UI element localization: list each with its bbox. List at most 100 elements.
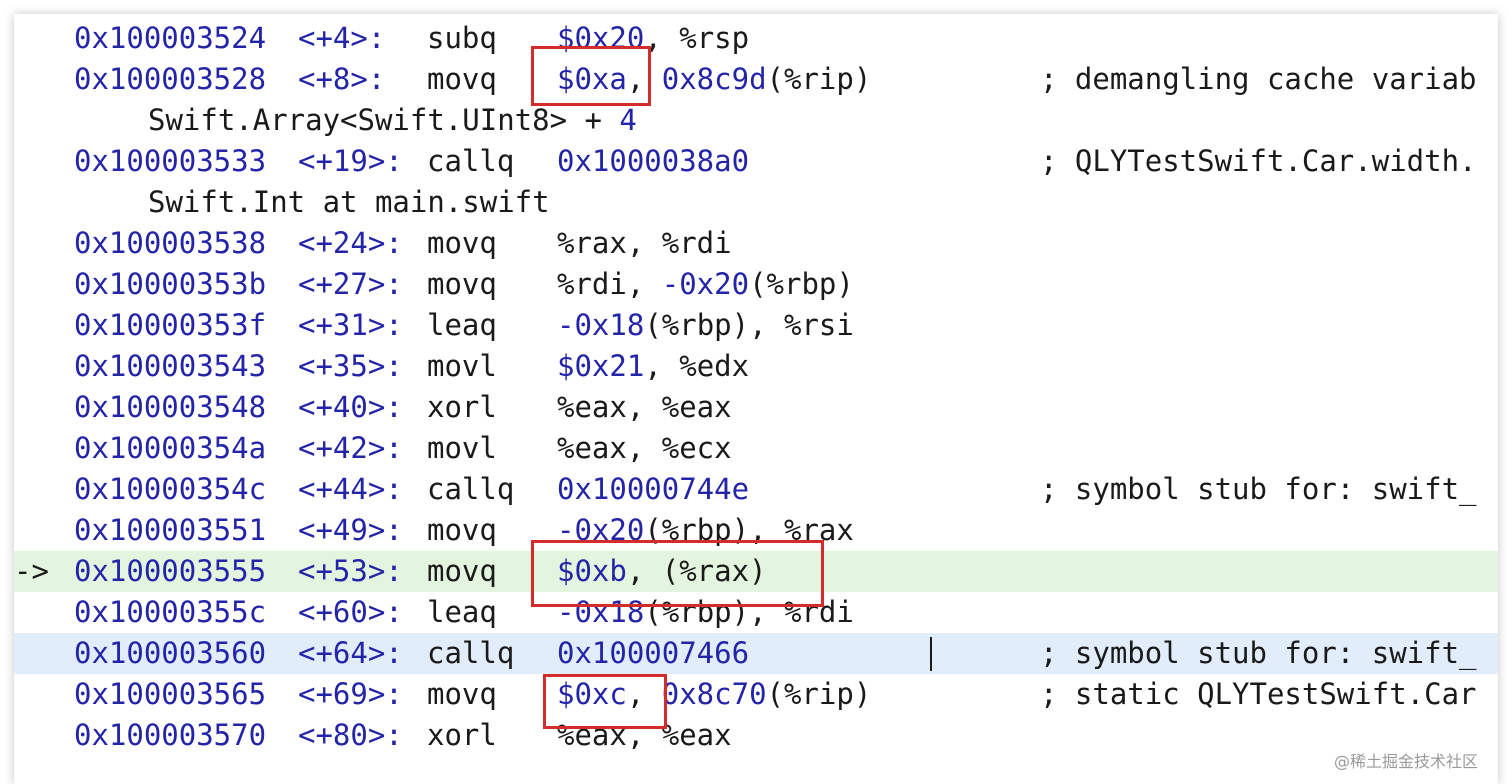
operand-register: , %edx: [644, 349, 750, 383]
selected-instruction-row[interactable]: 0x100003560 <+64>: callq 0x100007466 ; symbo…: [14, 633, 1498, 674]
operand-register: , (%rax): [626, 554, 767, 588]
continuation-text: Swift.Int at main.swift: [148, 185, 550, 219]
instruction-address: 0x100003533: [74, 144, 267, 178]
instruction-operands: %eax, %eax: [557, 715, 732, 756]
instruction-mnemonic: movq: [427, 513, 497, 547]
operand-register: ,: [626, 62, 662, 96]
instruction-address: 0x100003555: [74, 554, 267, 588]
operand-literal: 0x100007466: [557, 636, 750, 670]
operand-register: (%rbp): [749, 267, 854, 301]
instruction-row[interactable]: 0x100003538 <+24>: movq %rax, %rdi: [14, 223, 1498, 264]
instruction-row[interactable]: 0x10000354c <+44>: callq 0x10000744e ; symbo…: [14, 469, 1498, 510]
operand-literal: $0xb: [557, 554, 627, 588]
instruction-row[interactable]: 0x10000353b <+27>: movq %rdi, -0x20(%rbp): [14, 264, 1498, 305]
instruction-comment: ; symbol stub for: swift_: [1040, 472, 1477, 506]
instruction-mnemonic: callq: [427, 472, 515, 506]
instruction-operands: %rax, %rdi: [557, 223, 732, 264]
operand-literal: $0x21: [557, 349, 645, 383]
instruction-mnemonic: movl: [427, 431, 497, 465]
instruction-row[interactable]: 0x100003533 <+19>: callq 0x1000038a0 ; QLYTe…: [14, 141, 1498, 182]
current-instruction-row[interactable]: -> 0x100003555 <+53>: movq $0xb, (%rax): [14, 551, 1498, 592]
instruction-mnemonic: xorl: [427, 718, 497, 752]
instruction-address: 0x100003538: [74, 226, 267, 260]
instruction-mnemonic: leaq: [427, 308, 497, 342]
instruction-offset: <+60>:: [298, 595, 403, 629]
operand-register: (%rip): [766, 62, 872, 96]
instruction-address: 0x10000353f: [74, 308, 267, 342]
operand-literal: $0x20: [557, 21, 645, 55]
instruction-operands: 0x1000038a0: [557, 141, 749, 182]
text-cursor: [930, 637, 932, 671]
instruction-row[interactable]: 0x100003570 <+80>: xorl %eax, %eax: [14, 715, 1498, 756]
instruction-comment: ; symbol stub for: swift_: [1040, 636, 1477, 670]
instruction-operands: %eax, %ecx: [557, 428, 732, 469]
operand-register: (%rbp), %rax: [644, 513, 854, 547]
instruction-operands: 0x100007466: [557, 633, 749, 674]
instruction-address: 0x100003543: [74, 349, 267, 383]
instruction-row[interactable]: 0x10000355c <+60>: leaq -0x18(%rbp), %rdi: [14, 592, 1498, 633]
instruction-operands: -0x20(%rbp), %rax: [557, 510, 854, 551]
instruction-offset: <+4>:: [298, 21, 386, 55]
operand-register: %eax, %eax: [557, 390, 732, 424]
instruction-row[interactable]: 0x100003528 <+8>: movq $0xa, 0x8c9d(%rip) ; …: [14, 59, 1498, 100]
instruction-operands: %rdi, -0x20(%rbp): [557, 264, 854, 305]
instruction-offset: <+40>:: [298, 390, 403, 424]
instruction-offset: <+49>:: [298, 513, 403, 547]
instruction-address: 0x10000353b: [74, 267, 267, 301]
watermark: @稀土掘金技术社区: [1333, 752, 1478, 771]
operand-register: %rax, %rdi: [557, 226, 732, 260]
instruction-offset: <+31>:: [298, 308, 403, 342]
instruction-row[interactable]: 0x100003543 <+35>: movl $0x21, %edx: [14, 346, 1498, 387]
operand-literal: 0x1000038a0: [557, 144, 750, 178]
instruction-operands: -0x18(%rbp), %rsi: [557, 305, 854, 346]
instruction-mnemonic: movq: [427, 554, 497, 588]
operand-literal: -0x18: [557, 308, 645, 342]
instruction-comment: ; static QLYTestSwift.Car: [1040, 677, 1477, 711]
operand-literal: -0x20: [661, 267, 750, 301]
instruction-mnemonic: callq: [427, 144, 515, 178]
continuation-line[interactable]: Swift.Int at main.swift: [14, 182, 1498, 223]
instruction-row[interactable]: 0x10000354a <+42>: movl %eax, %ecx: [14, 428, 1498, 469]
operand-literal: $0xa: [557, 62, 627, 96]
program-counter-arrow-icon: ->: [14, 554, 49, 588]
instruction-operands: $0x20, %rsp: [557, 18, 749, 59]
instruction-offset: <+80>:: [298, 718, 403, 752]
instruction-offset: <+35>:: [298, 349, 403, 383]
instruction-address: 0x10000355c: [74, 595, 267, 629]
instruction-row[interactable]: 0x100003565 <+69>: movq $0xc, 0x8c70(%rip);…: [14, 674, 1498, 715]
instruction-operands: 0x10000744e: [557, 469, 749, 510]
continuation-text: Swift.Array<Swift.UInt8> +: [148, 103, 620, 137]
instruction-address: 0x100003524: [74, 21, 267, 55]
instruction-offset: <+42>:: [298, 431, 403, 465]
continuation-number: 4: [619, 103, 637, 137]
operand-literal: 0x8c70: [661, 677, 767, 711]
continuation-line[interactable]: Swift.Array<Swift.UInt8> + 4: [14, 100, 1498, 141]
instruction-address: 0x100003570: [74, 718, 267, 752]
disassembly-view[interactable]: 0x100003524 <+4>: subq $0x20, %rsp 0x1000035…: [14, 14, 1498, 784]
instruction-operands: $0xa, 0x8c9d(%rip): [557, 59, 871, 100]
operand-literal: $0xc: [557, 677, 627, 711]
operand-register: , %rsp: [644, 21, 750, 55]
instruction-row[interactable]: 0x100003551 <+49>: movq -0x20(%rbp), %rax: [14, 510, 1498, 551]
operand-literal: 0x8c9d: [661, 62, 767, 96]
instruction-offset: <+69>:: [298, 677, 403, 711]
instruction-offset: <+24>:: [298, 226, 403, 260]
instruction-offset: <+8>:: [298, 62, 386, 96]
operand-literal: -0x20: [557, 513, 645, 547]
instruction-row[interactable]: 0x100003548 <+40>: xorl %eax, %eax: [14, 387, 1498, 428]
instruction-mnemonic: movq: [427, 677, 497, 711]
instruction-row[interactable]: 0x10000353f <+31>: leaq -0x18(%rbp), %rsi: [14, 305, 1498, 346]
instruction-mnemonic: callq: [427, 636, 515, 670]
operand-literal: 0x10000744e: [557, 472, 750, 506]
instruction-mnemonic: xorl: [427, 390, 497, 424]
operand-register: (%rbp), %rdi: [644, 595, 854, 629]
instruction-mnemonic: subq: [427, 21, 497, 55]
instruction-row[interactable]: 0x100003524 <+4>: subq $0x20, %rsp: [14, 18, 1498, 59]
instruction-address: 0x100003551: [74, 513, 267, 547]
instruction-offset: <+64>:: [298, 636, 403, 670]
instruction-address: 0x100003565: [74, 677, 267, 711]
instruction-operands: $0xb, (%rax): [557, 551, 767, 592]
operand-register: %eax, %ecx: [557, 431, 732, 465]
instruction-address: 0x100003528: [74, 62, 267, 96]
instruction-offset: <+27>:: [298, 267, 403, 301]
